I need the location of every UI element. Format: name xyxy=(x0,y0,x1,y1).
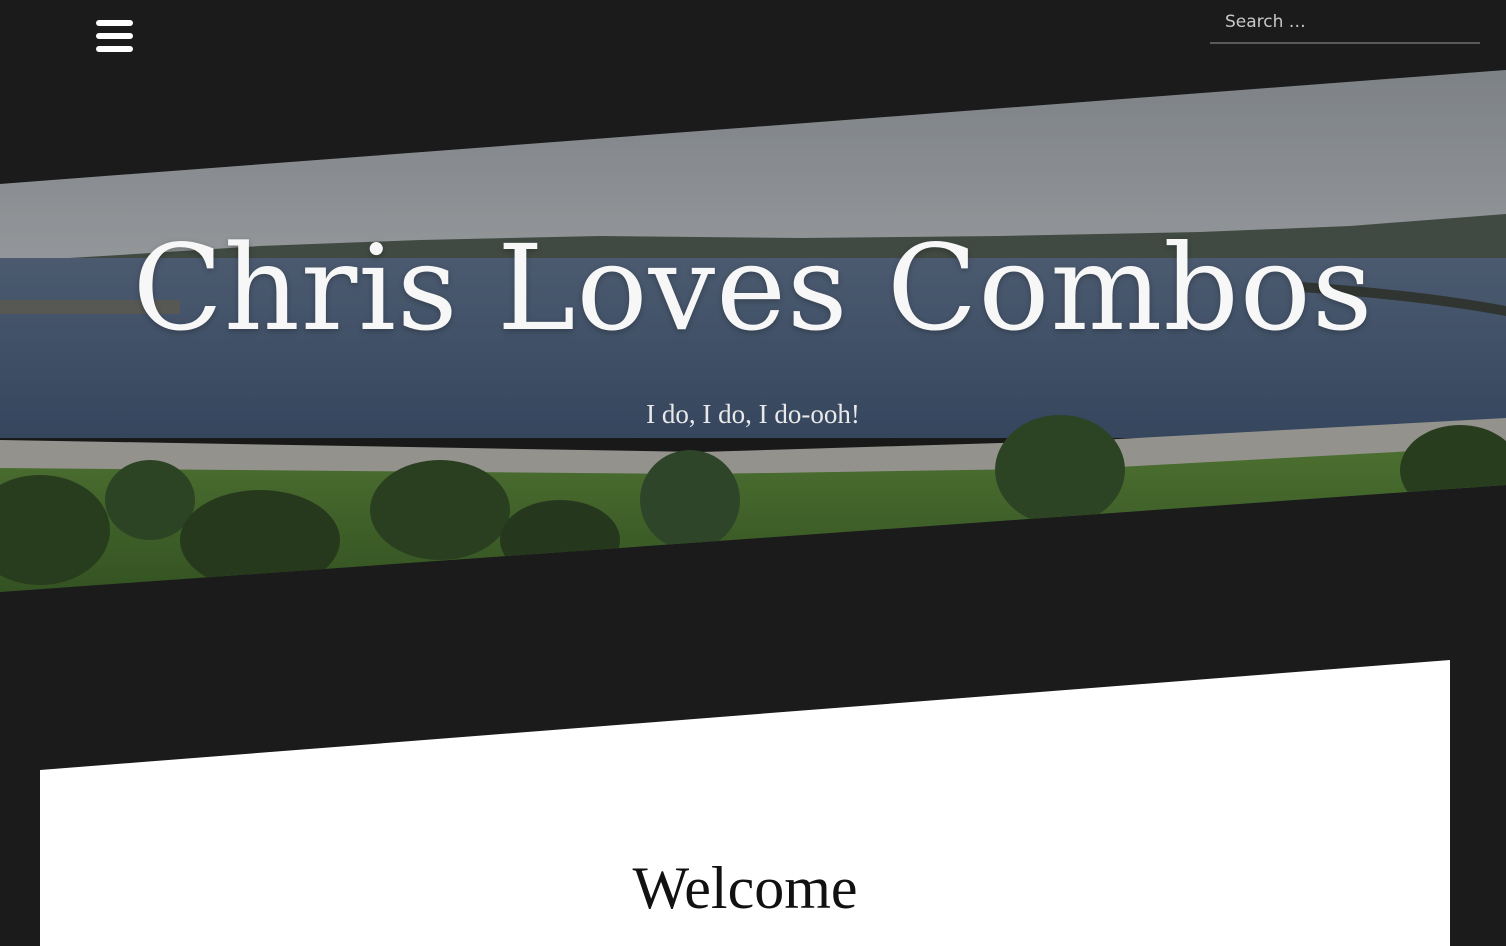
search-input[interactable] xyxy=(1210,4,1480,40)
menu-bar-line xyxy=(96,20,133,26)
page-heading: Welcome xyxy=(632,855,858,921)
menu-bar-line xyxy=(96,33,133,39)
menu-bar-line xyxy=(96,46,133,52)
site-tagline: I do, I do, I do-ooh! xyxy=(646,399,860,429)
hamburger-menu-icon[interactable] xyxy=(96,20,133,54)
site-title[interactable]: Chris Loves Combos xyxy=(0,218,1506,358)
search-field xyxy=(1210,4,1480,44)
top-bar xyxy=(0,0,1506,70)
